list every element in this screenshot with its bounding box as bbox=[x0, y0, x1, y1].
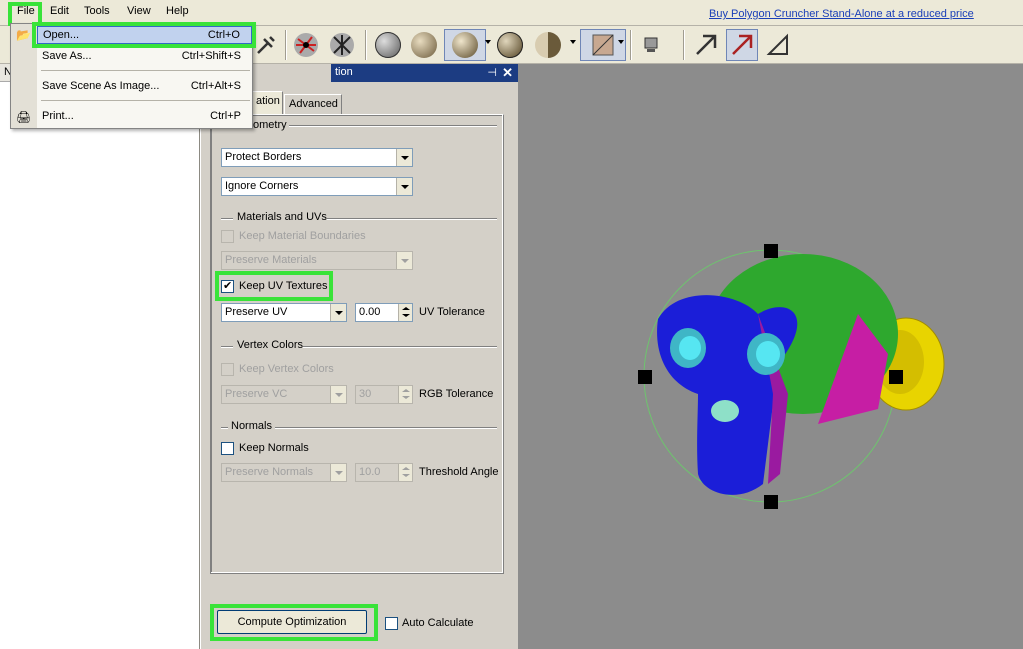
smooth-sphere-icon bbox=[452, 32, 478, 58]
compute-highlight bbox=[210, 604, 378, 641]
3d-viewport[interactable] bbox=[518, 64, 1023, 649]
keep-normals-label: Keep Normals bbox=[239, 442, 309, 454]
keep-normals-checkbox[interactable] bbox=[221, 442, 234, 455]
printer-icon: 🖨 bbox=[16, 110, 32, 124]
preserve-materials-select[interactable]: Preserve Materials bbox=[221, 251, 413, 270]
chevron-down-icon bbox=[396, 252, 412, 269]
wireframe-sphere-icon bbox=[375, 32, 401, 58]
panel-title: tion bbox=[335, 66, 353, 78]
normals-group-label: Normals bbox=[231, 420, 272, 432]
preserve-normals-select[interactable]: Preserve Normals bbox=[221, 463, 347, 482]
gouraud-wire-button[interactable] bbox=[494, 29, 526, 61]
arrow-red-button[interactable] bbox=[726, 29, 758, 61]
chevron-down-icon bbox=[330, 386, 346, 403]
half-wire-button[interactable] bbox=[532, 29, 564, 61]
geometry-group-label: ometry bbox=[253, 119, 287, 131]
corner-mode-select[interactable]: Ignore Corners bbox=[221, 177, 413, 196]
auto-calculate-checkbox[interactable] bbox=[385, 617, 398, 630]
optimization-panel: tion ⊣ ✕ ation Advanced ometry Protect B… bbox=[200, 64, 519, 649]
preserve-uv-select[interactable]: Preserve UV bbox=[221, 303, 347, 322]
chevron-down-icon bbox=[330, 464, 346, 481]
wireframe-shading-button[interactable] bbox=[372, 29, 404, 61]
rgb-tolerance-label: RGB Tolerance bbox=[419, 388, 494, 400]
menu-view[interactable]: View bbox=[127, 5, 151, 17]
tab-optimization-label: ation bbox=[256, 95, 280, 107]
border-mode-select[interactable]: Protect Borders bbox=[221, 148, 413, 167]
uv-tolerance-spinner[interactable]: 0.00 bbox=[355, 303, 413, 322]
pin-icon[interactable]: ⊣ bbox=[487, 66, 497, 79]
tab-advanced[interactable]: Advanced bbox=[284, 94, 342, 114]
threshold-angle-label: Threshold Angle bbox=[419, 466, 499, 478]
uv-tolerance-label: UV Tolerance bbox=[419, 306, 485, 318]
vertex-select-button[interactable] bbox=[290, 29, 322, 61]
scene-tree-panel: N bbox=[0, 64, 200, 649]
texture-icon bbox=[592, 34, 614, 56]
monkey-head-model bbox=[638, 244, 945, 509]
open-folder-icon: 📂 bbox=[16, 28, 31, 42]
chevron-down-icon bbox=[330, 304, 346, 321]
open-item-highlight bbox=[32, 22, 256, 48]
panel-title-bar: tion ⊣ ✕ bbox=[331, 64, 519, 82]
tab-optimization[interactable]: ation bbox=[251, 91, 283, 115]
flat-sphere-icon bbox=[411, 32, 437, 58]
smooth-shading-button[interactable] bbox=[444, 29, 486, 61]
wire-sphere-icon bbox=[497, 32, 523, 58]
menu-print[interactable]: Print... Ctrl+P bbox=[37, 108, 252, 126]
menu-help[interactable]: Help bbox=[166, 5, 189, 17]
arrow-alt-button[interactable] bbox=[762, 29, 794, 61]
flat-shading-button[interactable] bbox=[408, 29, 440, 61]
rgb-tolerance-spinner[interactable]: 30 bbox=[355, 385, 413, 404]
buy-link[interactable]: Buy Polygon Cruncher Stand-Alone at a re… bbox=[709, 8, 974, 20]
keep-vertex-colors-label: Keep Vertex Colors bbox=[239, 363, 334, 375]
vertex-icon bbox=[294, 33, 318, 57]
arrow-up-right-icon bbox=[696, 34, 717, 55]
monitor-icon bbox=[644, 37, 658, 52]
vertex-colors-group-label: Vertex Colors bbox=[237, 339, 304, 351]
auto-calculate-label: Auto Calculate bbox=[402, 617, 474, 629]
keep-material-boundaries-checkbox[interactable] bbox=[221, 230, 234, 243]
arrow-alt-icon bbox=[766, 33, 788, 55]
chevron-down-icon bbox=[396, 149, 412, 166]
keep-material-boundaries-label: Keep Material Boundaries bbox=[239, 230, 366, 242]
menu-save-scene-image[interactable]: Save Scene As Image... Ctrl+Alt+S bbox=[37, 78, 252, 96]
keep-vertex-colors-checkbox[interactable] bbox=[221, 363, 234, 376]
menu-tools[interactable]: Tools bbox=[84, 5, 110, 17]
threshold-angle-spinner[interactable]: 10.0 bbox=[355, 463, 413, 482]
preserve-vc-select[interactable]: Preserve VC bbox=[221, 385, 347, 404]
menu-edit[interactable]: Edit bbox=[50, 5, 69, 17]
keep-uv-highlight bbox=[215, 271, 333, 301]
chevron-down-icon bbox=[396, 178, 412, 195]
close-icon[interactable]: ✕ bbox=[502, 65, 513, 81]
texture-button[interactable] bbox=[580, 29, 626, 61]
arrow-normal-button[interactable] bbox=[690, 29, 722, 61]
half-sphere-icon bbox=[535, 32, 561, 58]
tab-advanced-label: Advanced bbox=[289, 98, 338, 110]
display-button[interactable] bbox=[636, 29, 668, 61]
menu-save-as[interactable]: Save As... Ctrl+Shift+S bbox=[37, 48, 252, 66]
materials-group-label: Materials and UVs bbox=[237, 211, 327, 223]
edge-icon bbox=[330, 33, 354, 57]
arrow-red-icon bbox=[732, 34, 753, 55]
tools-icon bbox=[257, 36, 275, 54]
edge-select-button[interactable] bbox=[326, 29, 358, 61]
